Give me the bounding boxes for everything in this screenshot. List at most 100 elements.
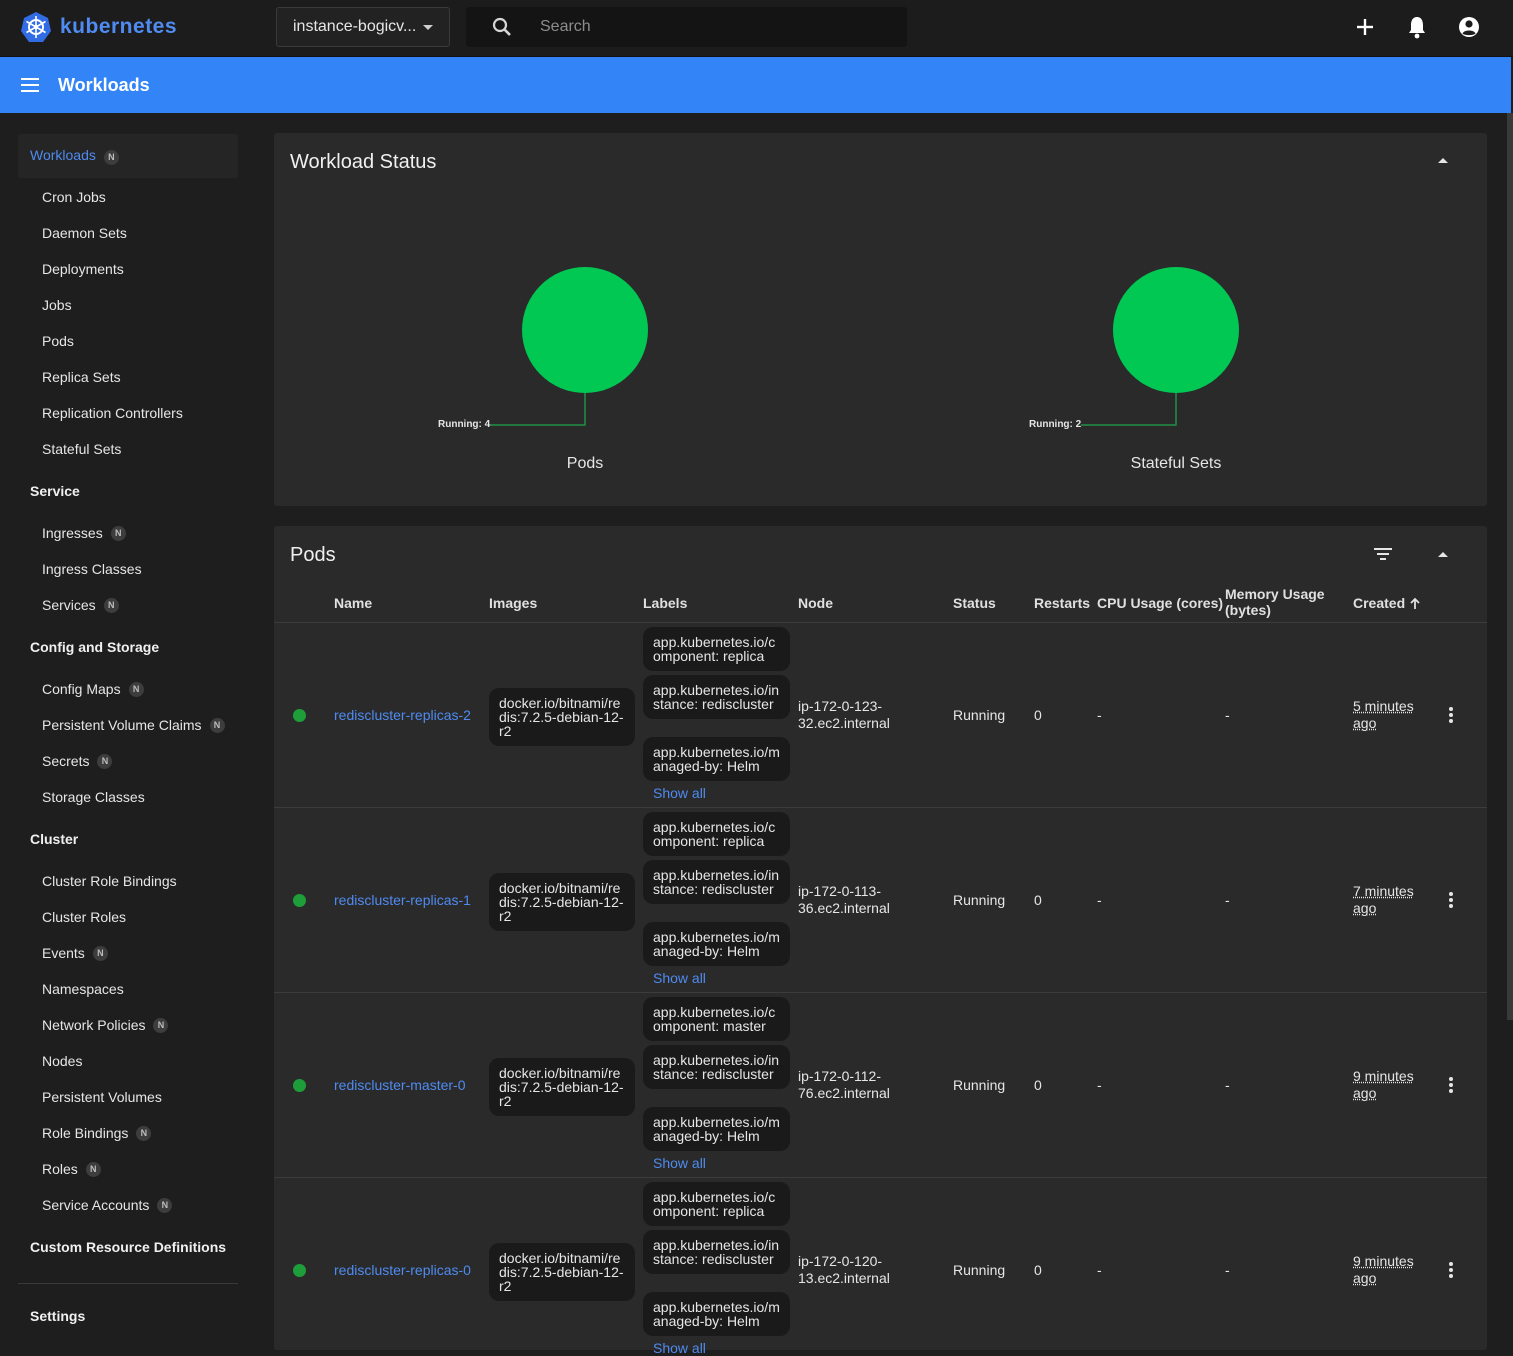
restarts-cell: 0 xyxy=(1034,707,1042,723)
collapse-chevron-up-icon[interactable] xyxy=(1437,156,1449,164)
node-cell: ip-172-0-120-13.ec2.internal xyxy=(798,1253,890,1286)
kubernetes-logo[interactable]: kubernetes xyxy=(20,11,177,43)
running-slice[interactable] xyxy=(522,267,648,393)
label-chip: app.kubernetes.io/instance: rediscluster xyxy=(643,860,790,904)
show-all-labels-link[interactable]: Show all xyxy=(653,1340,706,1356)
sidebar-item-daemon-sets[interactable]: Daemon Sets xyxy=(42,215,127,251)
namespaced-badge: N xyxy=(85,1161,101,1177)
search-icon[interactable] xyxy=(492,17,512,37)
sidebar-item-cluster-role-bindings[interactable]: Cluster Role Bindings xyxy=(42,863,177,899)
sidebar-item-network-policies[interactable]: Network Policies N xyxy=(42,1007,169,1043)
pod-name-link[interactable]: rediscluster-replicas-1 xyxy=(334,892,471,908)
sidebar-item-persistent-volume-claims[interactable]: Persistent Volume Claims N xyxy=(42,707,225,743)
sidebar-item-replica-sets[interactable]: Replica Sets xyxy=(42,359,121,395)
status-running-dot xyxy=(293,709,306,722)
running-slice[interactable] xyxy=(1113,267,1239,393)
sidebar-item-stateful-sets[interactable]: Stateful Sets xyxy=(42,431,121,467)
memory-cell: - xyxy=(1225,707,1230,723)
filter-icon[interactable] xyxy=(1373,547,1393,561)
image-chip: docker.io/bitnami/redis:7.2.5-debian-12-… xyxy=(489,873,635,931)
show-all-labels-link[interactable]: Show all xyxy=(653,1155,706,1171)
sidebar-section-cluster[interactable]: Cluster xyxy=(30,821,78,857)
row-divider xyxy=(274,1177,1487,1178)
sidebar-item-workloads[interactable]: Workloads N xyxy=(18,134,238,178)
collapse-chevron-up-icon[interactable] xyxy=(1437,550,1449,558)
scrollbar[interactable] xyxy=(1507,113,1513,1020)
label-chip: app.kubernetes.io/component: master xyxy=(643,997,790,1041)
node-cell: ip-172-0-113-36.ec2.internal xyxy=(798,883,890,916)
column-header-cpu[interactable]: CPU Usage (cores) xyxy=(1097,595,1223,611)
notifications-bell-icon[interactable] xyxy=(1407,15,1427,39)
sidebar-item-role-bindings[interactable]: Role Bindings N xyxy=(42,1115,152,1151)
namespaced-badge: N xyxy=(157,1197,173,1213)
sidebar-item-cron-jobs[interactable]: Cron Jobs xyxy=(42,179,106,215)
namespaced-badge: N xyxy=(103,597,119,613)
sidebar-section-crd[interactable]: Custom Resource Definitions xyxy=(30,1229,226,1265)
sidebar-item-events[interactable]: Events N xyxy=(42,935,108,971)
sidebar-item-label: Persistent Volumes xyxy=(42,1089,162,1105)
sidebar-item-config-maps[interactable]: Config Maps N xyxy=(42,671,144,707)
pod-name-link[interactable]: rediscluster-master-0 xyxy=(334,1077,465,1093)
sidebar-item-ingresses[interactable]: Ingresses N xyxy=(42,515,126,551)
sidebar-item-secrets[interactable]: Secrets N xyxy=(42,743,113,779)
sidebar-item-label: Secrets xyxy=(42,753,90,769)
sidebar-item-label: Cluster Roles xyxy=(42,909,127,925)
row-actions-kebab-icon[interactable] xyxy=(1444,1076,1458,1094)
sidebar-item-label: Stateful Sets xyxy=(42,441,122,457)
sidebar-item-pods[interactable]: Pods xyxy=(42,323,74,359)
restarts-cell: 0 xyxy=(1034,1077,1042,1093)
created-cell: 7 minutes ago xyxy=(1353,883,1414,916)
sidebar-item-service-accounts[interactable]: Service Accounts N xyxy=(42,1187,173,1223)
label-chip: app.kubernetes.io/component: replica xyxy=(643,812,790,856)
column-header-name[interactable]: Name xyxy=(334,595,372,611)
column-header-images[interactable]: Images xyxy=(489,595,537,611)
running-count-label: Running: 2 xyxy=(1029,419,1082,430)
sidebar-item-ingress-classes[interactable]: Ingress Classes xyxy=(42,551,142,587)
column-header-memory[interactable]: Memory Usage (bytes) xyxy=(1225,586,1335,618)
sidebar-item-roles[interactable]: Roles N xyxy=(42,1151,101,1187)
sidebar-item-label: Daemon Sets xyxy=(42,225,127,241)
sidebar-item-nodes[interactable]: Nodes xyxy=(42,1043,82,1079)
search-input[interactable] xyxy=(540,16,890,38)
memory-cell: - xyxy=(1225,892,1230,908)
page-title: Workloads xyxy=(58,75,150,95)
namespaced-badge: N xyxy=(128,681,144,697)
sidebar-item-persistent-volumes[interactable]: Persistent Volumes xyxy=(42,1079,162,1115)
cpu-cell: - xyxy=(1097,1077,1102,1093)
sidebar-item-replication-controllers[interactable]: Replication Controllers xyxy=(42,395,183,431)
sidebar-item-deployments[interactable]: Deployments xyxy=(42,251,124,287)
sidebar-item-namespaces[interactable]: Namespaces xyxy=(42,971,124,1007)
row-actions-kebab-icon[interactable] xyxy=(1444,891,1458,909)
row-actions-kebab-icon[interactable] xyxy=(1444,1261,1458,1279)
row-actions-kebab-icon[interactable] xyxy=(1444,706,1458,724)
running-count-label: Running: 4 xyxy=(438,419,491,430)
sidebar-item-jobs[interactable]: Jobs xyxy=(42,287,72,323)
sidebar-section-service[interactable]: Service xyxy=(30,473,80,509)
status-cell: Running xyxy=(953,892,1006,908)
menu-hamburger-icon[interactable] xyxy=(20,77,40,93)
header-divider xyxy=(274,622,1487,623)
sidebar-item-cluster-roles[interactable]: Cluster Roles xyxy=(42,899,126,935)
column-header-status[interactable]: Status xyxy=(953,595,996,611)
create-plus-icon[interactable] xyxy=(1355,15,1375,39)
column-header-created[interactable]: Created xyxy=(1353,595,1420,611)
show-all-labels-link[interactable]: Show all xyxy=(653,970,706,986)
show-all-labels-link[interactable]: Show all xyxy=(653,785,706,801)
sidebar-item-label: Services xyxy=(42,597,96,613)
sidebar-item-storage-classes[interactable]: Storage Classes xyxy=(42,779,145,815)
pod-name-link[interactable]: rediscluster-replicas-0 xyxy=(334,1262,471,1278)
status-donut-pods xyxy=(490,267,648,426)
column-header-labels[interactable]: Labels xyxy=(643,595,687,611)
namespaced-badge: N xyxy=(209,717,225,733)
namespace-select[interactable]: instance-bogicv... xyxy=(276,7,450,47)
column-header-node[interactable]: Node xyxy=(798,595,833,611)
sort-arrow-up-icon xyxy=(1410,597,1420,609)
pod-name-link[interactable]: rediscluster-replicas-2 xyxy=(334,707,471,723)
created-cell: 9 minutes ago xyxy=(1353,1253,1414,1286)
sidebar-settings[interactable]: Settings xyxy=(30,1298,85,1334)
sidebar-section-config-storage[interactable]: Config and Storage xyxy=(30,629,159,665)
account-circle-icon[interactable] xyxy=(1458,15,1480,39)
column-header-restarts[interactable]: Restarts xyxy=(1034,595,1090,611)
cpu-cell: - xyxy=(1097,707,1102,723)
sidebar-item-services[interactable]: Services N xyxy=(42,587,119,623)
